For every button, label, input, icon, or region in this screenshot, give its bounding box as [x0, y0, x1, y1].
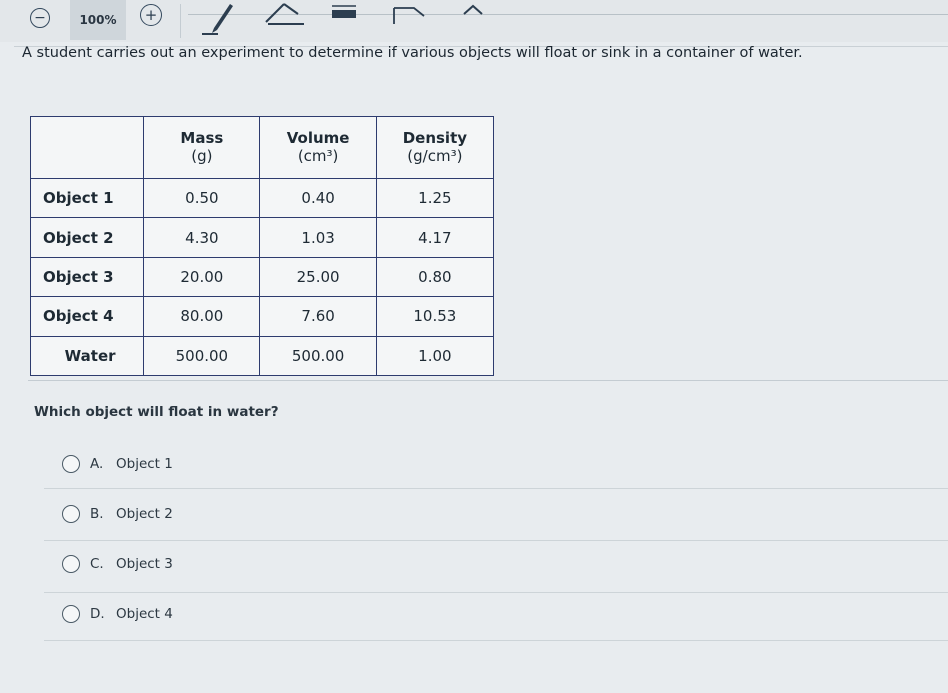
cell-mass: 20.00 [143, 256, 261, 298]
highlighter-icon[interactable] [330, 0, 360, 40]
density-table: Mass (g) Volume (cm³) Density (g/cm³) Ob… [29, 116, 495, 377]
toolbar: − 100% + [0, 0, 948, 42]
header-volume: Volume (cm³) [259, 116, 377, 179]
cell-density: 10.53 [375, 296, 495, 337]
chevron-up-icon[interactable] [458, 0, 488, 40]
cell-volume: 1.03 [259, 217, 377, 258]
row-label: Object 4 [29, 296, 145, 337]
choice-divider [44, 592, 948, 593]
choice-divider [44, 540, 948, 541]
choice-divider [44, 488, 948, 489]
zoom-out-button[interactable]: − [30, 8, 50, 28]
minus-circle-icon: − [34, 10, 46, 26]
header-density-label: Density [402, 129, 468, 148]
row-label: Object 2 [29, 217, 145, 258]
choice-text: Object 3 [116, 556, 173, 572]
choice-c[interactable]: C. Object 3 [62, 552, 173, 576]
cell-mass: 4.30 [143, 217, 261, 258]
table-row: Object 4 80.00 7.60 10.53 [29, 296, 495, 337]
table-header-row: Mass (g) Volume (cm³) Density (g/cm³) [29, 116, 495, 179]
header-mass-unit: (g) [191, 146, 213, 165]
row-label: Water [29, 335, 145, 377]
row-label: Object 3 [29, 256, 145, 298]
header-volume-unit: (cm³) [297, 146, 339, 165]
table-row: Object 1 0.50 0.40 1.25 [29, 177, 495, 219]
choice-letter: B. [90, 506, 104, 522]
cell-mass: 0.50 [143, 177, 261, 219]
choice-b[interactable]: B. Object 2 [62, 502, 173, 526]
cell-volume: 0.40 [259, 177, 377, 219]
choice-text: Object 1 [116, 456, 173, 472]
choice-text: Object 2 [116, 506, 173, 522]
table-row: Object 2 4.30 1.03 4.17 [29, 217, 495, 258]
plus-circle-icon: + [144, 5, 158, 24]
choice-a[interactable]: A. Object 1 [62, 452, 173, 476]
header-blank [29, 116, 145, 179]
choice-text: Object 4 [116, 606, 173, 622]
choice-letter: C. [90, 556, 104, 572]
header-mass: Mass (g) [143, 116, 261, 179]
cell-volume: 25.00 [259, 256, 377, 298]
cell-density: 4.17 [375, 217, 495, 258]
pen-icon[interactable] [200, 0, 244, 40]
cell-volume: 7.60 [259, 296, 377, 337]
header-volume-label: Volume [286, 129, 350, 148]
radio-circle-icon[interactable] [62, 605, 80, 623]
header-density: Density (g/cm³) [375, 116, 495, 179]
radio-circle-icon[interactable] [62, 555, 80, 573]
cell-density: 1.25 [375, 177, 495, 219]
choice-divider [44, 640, 948, 641]
prompt-text: A student carries out an experiment to d… [22, 45, 803, 61]
cell-mass: 80.00 [143, 296, 261, 337]
choice-d[interactable]: D. Object 4 [62, 602, 173, 626]
header-density-unit: (g/cm³) [407, 146, 463, 165]
choice-letter: D. [90, 606, 105, 622]
table-row: Water 500.00 500.00 1.00 [29, 335, 495, 377]
radio-circle-icon[interactable] [62, 455, 80, 473]
choice-letter: A. [90, 456, 104, 472]
question-text: Which object will float in water? [34, 404, 279, 420]
cell-density: 1.00 [375, 335, 495, 377]
note-icon[interactable] [390, 0, 430, 40]
zoom-in-button[interactable]: + [140, 4, 162, 26]
cell-mass: 500.00 [143, 335, 261, 377]
eraser-icon[interactable] [262, 0, 308, 40]
question-divider [28, 380, 948, 381]
header-mass-label: Mass [180, 129, 224, 148]
zoom-level: 100% [70, 0, 126, 40]
table-row: Object 3 20.00 25.00 0.80 [29, 256, 495, 298]
radio-circle-icon[interactable] [62, 505, 80, 523]
cell-volume: 500.00 [259, 335, 377, 377]
toolbar-separator [180, 4, 181, 38]
row-label: Object 1 [29, 177, 145, 219]
cell-density: 0.80 [375, 256, 495, 298]
